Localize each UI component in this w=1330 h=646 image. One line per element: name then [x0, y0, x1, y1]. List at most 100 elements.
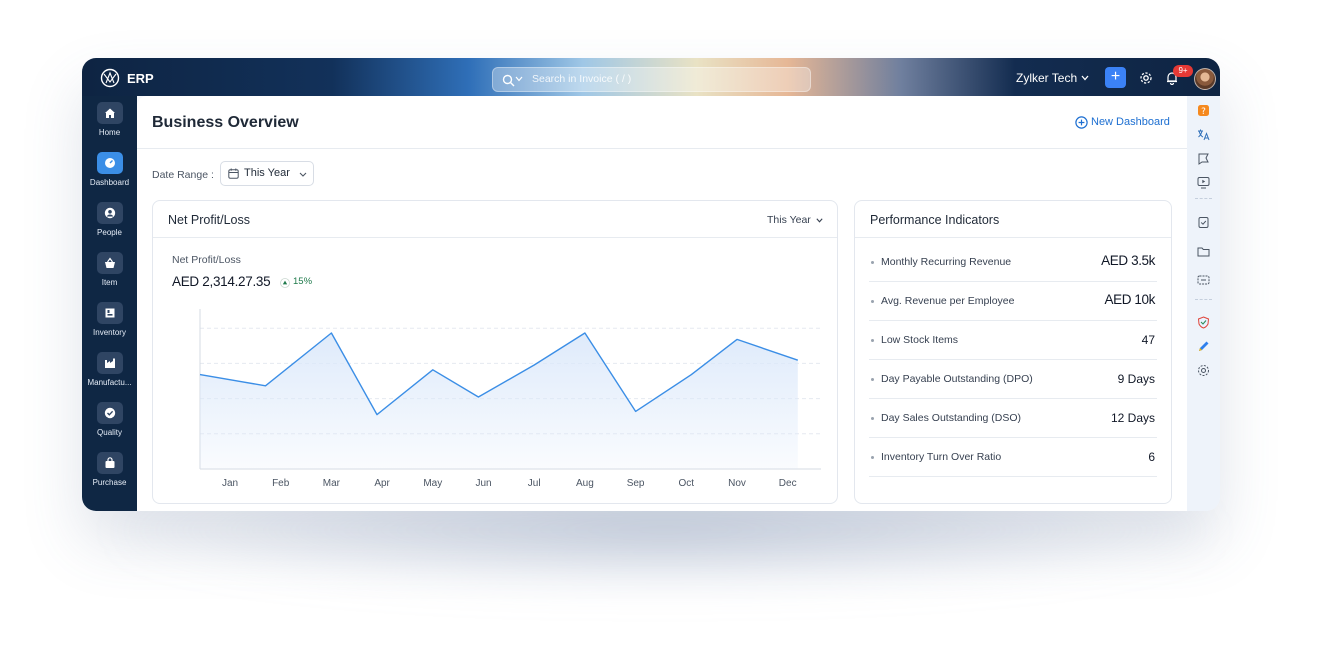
feedback-icon[interactable]: [1197, 152, 1210, 165]
chevron-down-icon[interactable]: [1081, 75, 1089, 81]
bullet-dot: [871, 339, 874, 342]
sidebar-item-manufacturing[interactable]: Manufactu...: [82, 352, 137, 387]
sidebar-item-label: Home: [98, 128, 121, 137]
purchase-icon: [105, 457, 114, 468]
bullet-dot: [871, 417, 874, 420]
card-divider: [153, 237, 837, 238]
main-content: Business Overview New Dashboard Date Ran…: [137, 96, 1187, 511]
card-divider: [855, 237, 1171, 238]
x-tick-label: Oct: [679, 478, 695, 489]
notification-badge: 9+: [1173, 65, 1193, 77]
sidebar-item-inventory[interactable]: Inventory: [82, 302, 137, 337]
item-icon: [104, 257, 115, 268]
rail-divider: [1195, 198, 1212, 199]
avatar[interactable]: [1194, 68, 1216, 90]
right-rail: ?: [1187, 96, 1220, 511]
kpi-value: 12 Days: [1110, 411, 1155, 425]
manufacturing-icon: [104, 358, 115, 368]
bullet-dot: [871, 261, 874, 264]
sidebar-item-label: Quality: [97, 428, 122, 437]
sidebar-item-item[interactable]: Item: [82, 252, 137, 287]
pencil-icon[interactable]: [1197, 340, 1210, 353]
x-tick-label: Feb: [272, 478, 290, 489]
period-select[interactable]: This Year: [767, 214, 811, 226]
settings-icon[interactable]: [1197, 364, 1210, 377]
sidebar-item-label: People: [97, 228, 122, 237]
date-range-value: This Year: [244, 167, 290, 179]
card-title: Performance Indicators: [870, 213, 1000, 227]
x-tick-label: Nov: [728, 478, 746, 489]
x-tick-label: Jan: [222, 478, 238, 489]
kpi-value: 6: [1148, 450, 1155, 464]
video-icon[interactable]: [1197, 176, 1210, 189]
chat-icon[interactable]: [1197, 274, 1210, 287]
new-dashboard-button[interactable]: New Dashboard: [1091, 116, 1170, 128]
kpi-value: AED 10k: [1104, 292, 1156, 307]
gear-icon[interactable]: [1139, 71, 1153, 85]
kpi-row: Low Stock Items 47: [869, 320, 1157, 360]
x-tick-label: Apr: [374, 478, 390, 489]
checklist-icon[interactable]: [1197, 216, 1210, 229]
svg-text:?: ?: [1201, 107, 1206, 117]
shield-icon[interactable]: [1197, 316, 1210, 329]
sidebar-item-label: Dashboard: [89, 178, 130, 187]
x-tick-label: Jun: [475, 478, 491, 489]
calendar-icon: [228, 168, 239, 179]
metric-label: Net Profit/Loss: [172, 254, 241, 266]
x-tick-label: Sep: [627, 478, 645, 489]
kpi-row: Day Payable Outstanding (DPO) 9 Days: [869, 359, 1157, 399]
sidebar-item-people[interactable]: People: [82, 202, 137, 237]
top-bar: ERP Search in Invoice ( / ) Zylker Tech …: [82, 58, 1220, 96]
series-area: [200, 333, 798, 469]
sidebar-item-dashboard[interactable]: Dashboard: [82, 152, 137, 187]
sidebar-item-label: Item: [101, 278, 118, 287]
dashboard-icon: [104, 158, 115, 168]
chevron-down-icon[interactable]: [816, 218, 823, 223]
trend-percent: 15%: [293, 276, 313, 287]
folder-icon[interactable]: [1197, 245, 1210, 258]
add-circle-icon[interactable]: [1075, 116, 1088, 129]
x-tick-label: Aug: [576, 478, 594, 489]
date-range-select[interactable]: This Year: [220, 161, 314, 186]
x-tick-label: May: [423, 478, 442, 489]
kpi-row: Day Sales Outstanding (DSO) 12 Days: [869, 398, 1157, 438]
sidebar-item-label: Purchase: [92, 478, 127, 487]
kpi-name: Day Sales Outstanding (DSO): [881, 412, 1022, 424]
metric-value: AED 2,314.27.35: [172, 274, 271, 289]
kpi-name: Monthly Recurring Revenue: [881, 256, 1012, 268]
sidebar-item-label: Manufactu...: [87, 378, 132, 387]
kpi-row: Avg. Revenue per Employee AED 10k: [869, 281, 1157, 321]
erp-logo-icon: [100, 68, 120, 88]
search-input[interactable]: Search in Invoice ( / ): [492, 67, 811, 92]
search-icon: [502, 74, 515, 87]
brand-name: ERP: [127, 71, 154, 86]
kpi-name: Avg. Revenue per Employee: [881, 295, 1015, 307]
x-tick-label: Jul: [528, 478, 541, 489]
translate-icon[interactable]: [1197, 128, 1210, 141]
bullet-dot: [871, 378, 874, 381]
quick-create-button[interactable]: +: [1105, 67, 1126, 88]
kpi-name: Day Payable Outstanding (DPO): [881, 373, 1033, 385]
app-window: ERP Search in Invoice ( / ) Zylker Tech …: [82, 58, 1220, 511]
sidebar-item-purchase[interactable]: Purchase: [82, 452, 137, 487]
date-range-label: Date Range :: [152, 169, 214, 181]
chevron-down-icon[interactable]: [515, 76, 523, 82]
rail-divider: [1195, 299, 1212, 300]
search-placeholder: Search in Invoice ( / ): [532, 73, 632, 85]
chevron-down-icon: [299, 172, 307, 177]
sidebar-item-label: Inventory: [93, 328, 126, 337]
card-title: Net Profit/Loss: [168, 213, 250, 227]
help-icon[interactable]: ?: [1197, 104, 1210, 117]
trend-up-icon: [280, 278, 290, 288]
page-title: Business Overview: [152, 114, 299, 131]
kpi-value: AED 3.5k: [1101, 253, 1155, 268]
sidebar-item-quality[interactable]: Quality: [82, 402, 137, 437]
bullet-dot: [871, 456, 874, 459]
sidebar-item-home[interactable]: Home: [82, 102, 137, 137]
home-icon: [104, 108, 115, 118]
organization-switcher[interactable]: Zylker Tech: [1016, 71, 1077, 85]
x-tick-label: Dec: [779, 478, 797, 489]
performance-card: Performance Indicators Monthly Recurring…: [854, 200, 1172, 504]
kpi-row: Monthly Recurring Revenue AED 3.5k: [869, 242, 1157, 282]
kpi-value: 9 Days: [1117, 372, 1155, 386]
